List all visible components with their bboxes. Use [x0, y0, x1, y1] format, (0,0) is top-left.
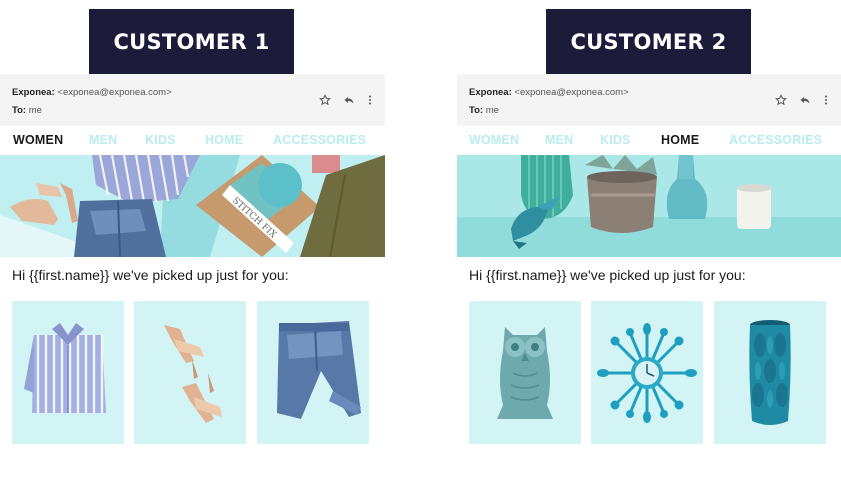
fashion-banner-image: STITCH FIX [0, 155, 385, 257]
email-actions [319, 94, 373, 106]
email-header: Exponea: <exponea@exponea.com> To: me [457, 74, 841, 126]
more-vertical-icon[interactable] [823, 94, 829, 106]
hero-banner [457, 155, 841, 257]
nav-kids[interactable]: KIDS [145, 133, 176, 147]
from-line: Exponea: <exponea@exponea.com> [469, 87, 629, 98]
category-nav: WOMEN MEN KIDS HOME ACCESSORIES [457, 133, 841, 151]
reply-icon[interactable] [343, 94, 355, 106]
product-tile-vase[interactable] [714, 301, 826, 444]
product-tile-shirt[interactable] [12, 301, 124, 444]
product-grid [12, 301, 385, 444]
to-label: To: [469, 105, 484, 116]
nav-men[interactable]: MEN [89, 133, 117, 147]
greeting-text: Hi {{first.name}} we've picked up just f… [12, 267, 289, 283]
product-tile-sandals[interactable] [134, 301, 246, 444]
customer-badge: CUSTOMER 1 [89, 9, 294, 74]
product-tile-clock[interactable] [591, 301, 703, 444]
email-actions [775, 94, 829, 106]
nav-men[interactable]: MEN [545, 133, 573, 147]
star-icon[interactable] [319, 94, 331, 106]
from-label: Exponea: [12, 87, 55, 98]
category-nav: WOMEN MEN KIDS HOME ACCESSORIES [0, 133, 385, 151]
to-line: To: me [469, 105, 499, 116]
striped-shirt-image [24, 323, 106, 413]
nav-accessories[interactable]: ACCESSORIES [273, 133, 366, 147]
nav-women[interactable]: WOMEN [13, 133, 63, 147]
from-address: <exponea@exponea.com> [57, 87, 172, 98]
product-tile-jeans[interactable] [257, 301, 369, 444]
owl-figurine-image [497, 327, 553, 419]
nav-home[interactable]: HOME [205, 133, 243, 147]
star-icon[interactable] [775, 94, 787, 106]
jeans-image [277, 321, 361, 419]
reply-icon[interactable] [799, 94, 811, 106]
product-grid [469, 301, 841, 444]
teal-vase-image [749, 320, 791, 425]
from-address: <exponea@exponea.com> [514, 87, 629, 98]
product-tile-owl[interactable] [469, 301, 581, 444]
to-value: me [485, 105, 499, 116]
nav-kids[interactable]: KIDS [600, 133, 631, 147]
to-value: me [28, 105, 42, 116]
email-header: Exponea: <exponea@exponea.com> To: me [0, 74, 385, 126]
greeting-text: Hi {{first.name}} we've picked up just f… [469, 267, 746, 283]
customer-badge: CUSTOMER 2 [546, 9, 751, 74]
to-label: To: [12, 105, 27, 116]
home-decor-banner-image [457, 155, 841, 257]
from-label: Exponea: [469, 87, 512, 98]
sandals-image [164, 325, 222, 423]
nav-women[interactable]: WOMEN [469, 133, 519, 147]
spoon-clock-image [597, 323, 697, 423]
to-line: To: me [12, 105, 42, 116]
more-vertical-icon[interactable] [367, 94, 373, 106]
nav-accessories[interactable]: ACCESSORIES [729, 133, 822, 147]
from-line: Exponea: <exponea@exponea.com> [12, 87, 172, 98]
hero-banner: STITCH FIX [0, 155, 385, 257]
nav-home[interactable]: HOME [661, 133, 699, 147]
